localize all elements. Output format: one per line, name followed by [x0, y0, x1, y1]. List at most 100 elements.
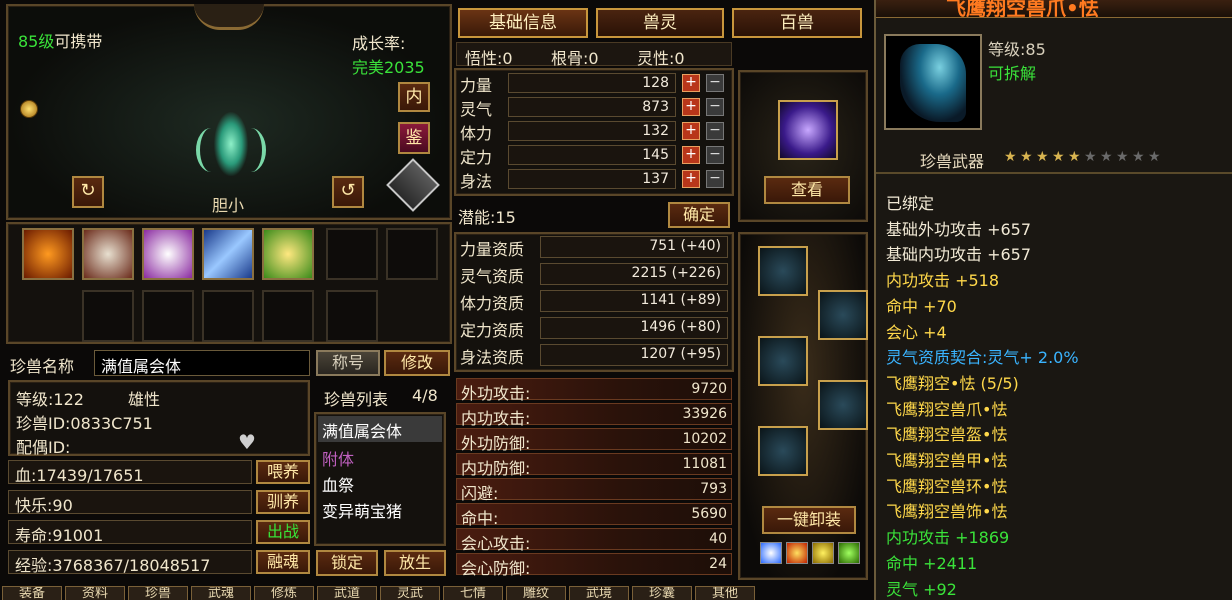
unequip-all-button[interactable]: 一键卸装: [762, 506, 856, 534]
skill-slot-empty[interactable]: [142, 290, 194, 342]
hp-bar: 血:17439/17651: [8, 460, 252, 485]
skill-slot-empty[interactable]: [202, 290, 254, 342]
skill-slot-empty[interactable]: [262, 290, 314, 342]
attr-minus-button[interactable]: −: [706, 74, 724, 92]
skill-slot-empty[interactable]: [326, 228, 378, 280]
tooltip-line: 命中 +70: [886, 296, 957, 316]
pet-list-item-selected[interactable]: 满值属会体: [318, 416, 442, 442]
equip-accessory-slot[interactable]: [758, 426, 808, 476]
bottom-tab[interactable]: 装备: [2, 586, 62, 600]
attr-minus-button[interactable]: −: [706, 146, 724, 164]
tab-basic-info[interactable]: 基础信息: [458, 8, 588, 38]
tooltip-line: 灵气资质契合:灵气+ 2.0%: [886, 348, 1079, 368]
combat-stat-row: 会心攻击: 40: [456, 528, 732, 553]
star-filled-icon: ★: [1004, 149, 1017, 165]
tooltip-line: 飞鹰翔空兽饰•怯: [886, 502, 1008, 522]
modify-button[interactable]: 修改: [384, 350, 450, 376]
attr-plus-button[interactable]: +: [682, 98, 700, 116]
equip-ring-slot[interactable]: [818, 380, 868, 430]
attr-plus-button[interactable]: +: [682, 122, 700, 140]
feed-button[interactable]: 喂养: [256, 460, 310, 484]
diamond-icon[interactable]: [386, 158, 440, 212]
tooltip-dismantle: 可拆解: [988, 64, 1037, 83]
skill-slot-empty[interactable]: [82, 290, 134, 342]
attr-plus-button[interactable]: +: [682, 170, 700, 188]
potential-value: 潜能:15: [458, 208, 516, 227]
fuse-soul-button[interactable]: 融魂: [256, 550, 310, 574]
skill-slot-wolf[interactable]: [82, 228, 134, 280]
beast-spirit-icon[interactable]: [778, 100, 838, 160]
lock-button[interactable]: 锁定: [316, 550, 378, 576]
tab-hundred-beasts[interactable]: 百兽: [732, 8, 862, 38]
pet-list-item[interactable]: 变异萌宝猪: [318, 496, 406, 524]
skill-slot-empty[interactable]: [326, 290, 378, 342]
tooltip-line: 飞鹰翔空兽环•怯: [886, 476, 1008, 496]
gengu-value: 根骨:0: [551, 49, 599, 68]
attr-bar: 128: [508, 73, 676, 93]
buff-fire-icon[interactable]: [786, 542, 808, 564]
appraise-button[interactable]: 鉴: [398, 122, 430, 154]
attr-minus-button[interactable]: −: [706, 170, 724, 188]
skill-slot-beast[interactable]: [142, 228, 194, 280]
bottom-tab[interactable]: 修炼: [254, 586, 314, 600]
inner-button[interactable]: 内: [398, 82, 430, 112]
bottom-tab[interactable]: 资料: [65, 586, 125, 600]
skill-slot-claw[interactable]: [262, 228, 314, 280]
bottom-tab[interactable]: 其他: [695, 586, 755, 600]
temperament-label: 胆小: [212, 196, 245, 215]
bottom-tab[interactable]: 珍兽: [128, 586, 188, 600]
carry-label: 可携带: [54, 32, 103, 51]
aptitude-bar: 751 (+40): [540, 236, 728, 258]
bottom-tab[interactable]: 珍囊: [632, 586, 692, 600]
pet-id: 珍兽ID:0833C751: [16, 414, 153, 433]
bottom-tab[interactable]: 武境: [569, 586, 629, 600]
skill-slot-blade[interactable]: [202, 228, 254, 280]
rotate-left-icon[interactable]: ↻: [72, 176, 104, 208]
beast-preview-panel: 查看: [738, 70, 868, 222]
buff-poison-icon[interactable]: [838, 542, 860, 564]
pet-level-label: 85级: [18, 32, 55, 51]
buff-lightning-icon[interactable]: [812, 542, 834, 564]
pet-list-item[interactable]: 附体: [318, 444, 358, 472]
equip-armor-slot[interactable]: [758, 336, 808, 386]
confirm-button[interactable]: 确定: [668, 202, 730, 228]
item-tooltip: 飞鹰翔空兽爪•怯 等级:85 可拆解 珍兽武器 ★ ★ ★ ★ ★ ★ ★ ★ ★ ★ 已绑定 基础…: [874, 0, 1232, 600]
star-empty-icon: ★: [1084, 149, 1097, 165]
tooltip-line: 飞鹰翔空兽爪•怯: [886, 399, 1008, 419]
attr-plus-button[interactable]: +: [682, 74, 700, 92]
tame-button[interactable]: 驯养: [256, 490, 310, 514]
release-button[interactable]: 放生: [384, 550, 446, 576]
tooltip-line: 基础内功攻击 +657: [886, 245, 1032, 265]
bottom-tab[interactable]: 武道: [317, 586, 377, 600]
star-filled-icon: ★: [1068, 149, 1081, 165]
rotate-right-icon[interactable]: ↺: [332, 176, 364, 208]
attr-minus-button[interactable]: −: [706, 122, 724, 140]
heart-icon: ♥: [238, 430, 256, 454]
attr-minus-button[interactable]: −: [706, 98, 724, 116]
star-filled-icon: ★: [1020, 149, 1033, 165]
skill-slot-empty[interactable]: [386, 228, 438, 280]
bell-icon[interactable]: [20, 100, 38, 118]
bottom-tab[interactable]: 武魂: [191, 586, 251, 600]
tooltip-line: 飞鹰翔空•怯 (5/5): [886, 373, 1019, 393]
star-empty-icon: ★: [1132, 149, 1145, 165]
pet-list: 满值属会体 附体 血祭 变异萌宝猪: [314, 412, 446, 546]
attr-plus-button[interactable]: +: [682, 146, 700, 164]
pet-list-item[interactable]: 血祭: [318, 470, 358, 498]
pet-name-input[interactable]: 满值属会体: [94, 350, 310, 376]
equip-helmet-slot[interactable]: [758, 246, 808, 296]
equip-claw-slot[interactable]: [818, 290, 868, 340]
skill-slot-fire[interactable]: [22, 228, 74, 280]
battle-button[interactable]: 出战: [256, 520, 310, 544]
bottom-tab[interactable]: 雕纹: [506, 586, 566, 600]
view-button[interactable]: 查看: [764, 176, 850, 204]
bottom-tab[interactable]: 灵武: [380, 586, 440, 600]
buff-ice-icon[interactable]: [760, 542, 782, 564]
attrs-header: 悟性:0 根骨:0 灵性:0: [456, 42, 732, 68]
bottom-tab[interactable]: 七情: [443, 586, 503, 600]
tooltip-line: 基础外功攻击 +657: [886, 219, 1032, 239]
tab-beast-spirit[interactable]: 兽灵: [596, 8, 724, 38]
aptitude-label: 身法资质: [460, 348, 525, 367]
attr-bar: 873: [508, 97, 676, 117]
title-button[interactable]: 称号: [316, 350, 380, 376]
